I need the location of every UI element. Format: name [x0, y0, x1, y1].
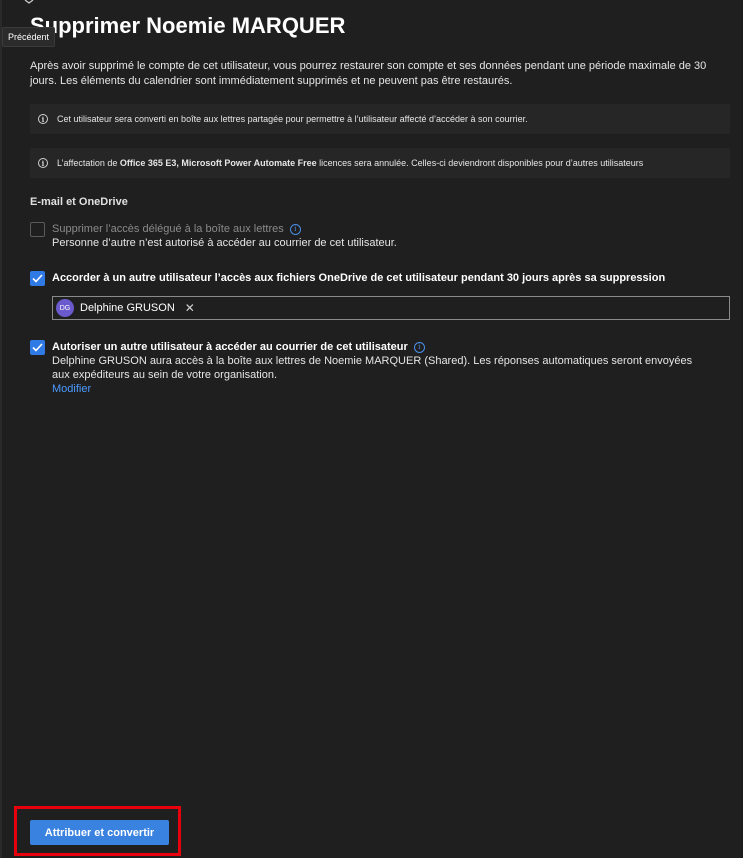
- selected-user-chip: DG Delphine GRUSON ✕: [56, 299, 195, 317]
- info-icon: i: [38, 158, 48, 168]
- option-mailbox-access: Autoriser un autre utilisateur à accéder…: [30, 340, 712, 396]
- option-label: Supprimer l’accès délégué à la boîte aux…: [52, 223, 284, 235]
- option-label: Accorder à un autre utilisateur l’accès …: [52, 272, 666, 284]
- page-title: Supprimer Noemie MARQUER: [30, 13, 346, 38]
- intro-text: Après avoir supprimé le compte de cet ut…: [30, 60, 707, 87]
- info-banner-text: Cet utilisateur sera converti en boîte a…: [57, 114, 528, 124]
- option-description: Personne d’autre n’est autorisé à accéde…: [52, 237, 397, 249]
- info-banner-shared-mailbox: i Cet utilisateur sera converti en boîte…: [30, 104, 730, 134]
- checkmark-icon: [32, 343, 43, 352]
- onedrive-access-checkbox[interactable]: [30, 271, 45, 286]
- option-remove-delegate-access: Supprimer l’accès délégué à la boîte aux…: [30, 222, 397, 250]
- avatar: DG: [56, 299, 74, 317]
- checkmark-icon: [32, 274, 43, 283]
- info-banner-text: L’affectation de Office 365 E3, Microsof…: [57, 158, 643, 168]
- option-label: Autoriser un autre utilisateur à accéder…: [52, 341, 408, 353]
- info-banner-licenses: i L’affectation de Office 365 E3, Micros…: [30, 148, 730, 178]
- modify-link[interactable]: Modifier: [52, 383, 91, 395]
- license-suffix: licences sera annulée. Celles-ci deviend…: [316, 158, 644, 168]
- onedrive-user-picker[interactable]: DG Delphine GRUSON ✕: [52, 296, 730, 320]
- info-help-icon[interactable]: i: [413, 341, 425, 353]
- option-onedrive-access: Accorder à un autre utilisateur l’accès …: [30, 271, 665, 286]
- option-description: Delphine GRUSON aura accès à la boîte au…: [52, 355, 693, 381]
- assign-and-convert-button[interactable]: Attribuer et convertir: [30, 820, 169, 845]
- license-prefix: L’affectation de: [57, 158, 120, 168]
- info-help-icon[interactable]: i: [289, 223, 301, 235]
- license-names: Office 365 E3, Microsoft Power Automate …: [119, 158, 317, 168]
- remove-delegate-checkbox[interactable]: [30, 222, 45, 237]
- selected-user-name: Delphine GRUSON: [80, 302, 175, 314]
- back-tooltip: Précédent: [2, 27, 56, 47]
- info-icon: i: [38, 114, 48, 124]
- remove-user-icon[interactable]: ✕: [185, 302, 195, 314]
- section-title-email-onedrive: E-mail et OneDrive: [30, 196, 128, 208]
- mailbox-access-checkbox[interactable]: [30, 340, 45, 355]
- delete-user-panel: Précédent Supprimer Noemie MARQUER Après…: [0, 0, 741, 858]
- back-arrow-icon[interactable]: [24, 0, 34, 4]
